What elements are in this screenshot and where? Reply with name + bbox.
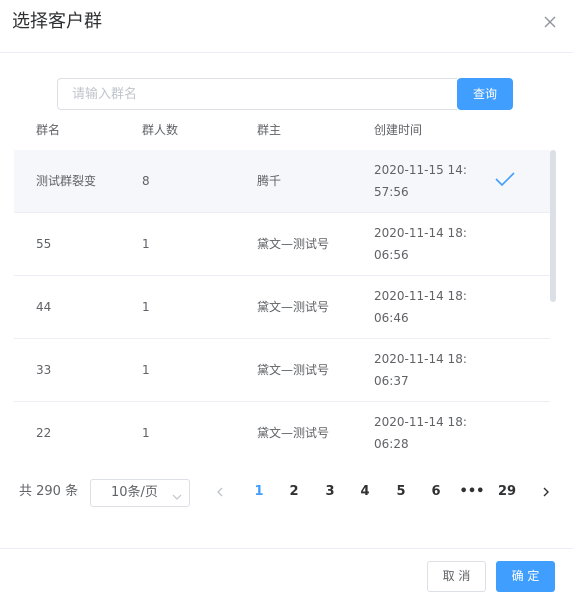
confirm-button[interactable]: 确 定 (496, 561, 555, 592)
dialog-header: 选择客户群 (0, 0, 573, 53)
cell-group-name: 测试群裂变 (36, 174, 97, 188)
select-customer-group-dialog: 选择客户群 查询 群名 群人数 群主 创建时间 测试群裂变 8 腾千 2020-… (0, 0, 573, 600)
page-size-value: 10条/页 (111, 485, 158, 500)
cancel-button[interactable]: 取 消 (427, 561, 486, 592)
table-row[interactable]: 44 1 黛文—测试号 2020-11-14 18:06:46 (14, 276, 550, 339)
dialog-title: 选择客户群 (12, 11, 102, 32)
cell-group-name: 33 (36, 363, 52, 377)
chevron-down-icon (171, 487, 183, 500)
page-5[interactable]: 5 (387, 478, 415, 506)
cell-created-time: 2020-11-14 18:06:46 (374, 289, 467, 325)
prev-page-icon[interactable] (213, 485, 227, 499)
column-header-created-time: 创建时间 (374, 123, 423, 137)
cell-created-time: 2020-11-14 18:06:28 (374, 415, 467, 451)
cell-owner: 黛文—测试号 (257, 426, 330, 440)
table-body: 测试群裂变 8 腾千 2020-11-15 14:57:56 55 1 黛文—测… (14, 150, 558, 459)
cell-created-time: 2020-11-15 14:57:56 (374, 163, 467, 199)
total-count: 共 290 条 (19, 484, 79, 499)
page-3[interactable]: 3 (316, 478, 344, 506)
column-header-member-count: 群人数 (142, 123, 179, 137)
cell-group-name: 55 (36, 237, 52, 251)
page-1[interactable]: 1 (245, 478, 273, 506)
table-row[interactable]: 22 1 黛文—测试号 2020-11-14 18:06:28 (14, 402, 550, 459)
column-header-group-name: 群名 (36, 123, 61, 137)
checkmark-icon (494, 170, 516, 188)
pagination: 共 290 条 10条/页 1 2 3 4 5 6 ••• 29 (0, 478, 573, 510)
page-29[interactable]: 29 (493, 478, 521, 506)
table-row[interactable]: 55 1 黛文—测试号 2020-11-14 18:06:56 (14, 213, 550, 276)
page-ellipsis[interactable]: ••• (458, 478, 486, 506)
cell-group-name: 22 (36, 426, 52, 440)
table-scrollbar[interactable] (550, 150, 556, 302)
cell-member-count: 1 (142, 426, 150, 440)
table-row[interactable]: 测试群裂变 8 腾千 2020-11-15 14:57:56 (14, 150, 550, 213)
column-header-owner: 群主 (257, 123, 282, 137)
cell-owner: 黛文—测试号 (257, 237, 330, 251)
page-4[interactable]: 4 (351, 478, 379, 506)
table-row[interactable]: 33 1 黛文—测试号 2020-11-14 18:06:37 (14, 339, 550, 402)
cell-member-count: 1 (142, 237, 150, 251)
dialog-footer: 取 消 确 定 (0, 548, 573, 601)
cell-created-time: 2020-11-14 18:06:37 (374, 352, 467, 388)
cell-member-count: 8 (142, 174, 150, 188)
page-2[interactable]: 2 (280, 478, 308, 506)
cell-member-count: 1 (142, 363, 150, 377)
cell-owner: 腾千 (257, 174, 282, 188)
cell-group-name: 44 (36, 300, 52, 314)
cell-owner: 黛文—测试号 (257, 363, 330, 377)
close-icon[interactable] (541, 13, 559, 31)
page-size-select[interactable]: 10条/页 (90, 479, 190, 507)
table-header: 群名 群人数 群主 创建时间 (14, 116, 554, 148)
cell-owner: 黛文—测试号 (257, 300, 330, 314)
group-name-search-input[interactable] (57, 78, 457, 110)
cell-created-time: 2020-11-14 18:06:56 (374, 226, 467, 262)
cell-member-count: 1 (142, 300, 150, 314)
next-page-icon[interactable] (539, 485, 553, 499)
page-6[interactable]: 6 (422, 478, 450, 506)
search-button[interactable]: 查询 (457, 78, 513, 110)
